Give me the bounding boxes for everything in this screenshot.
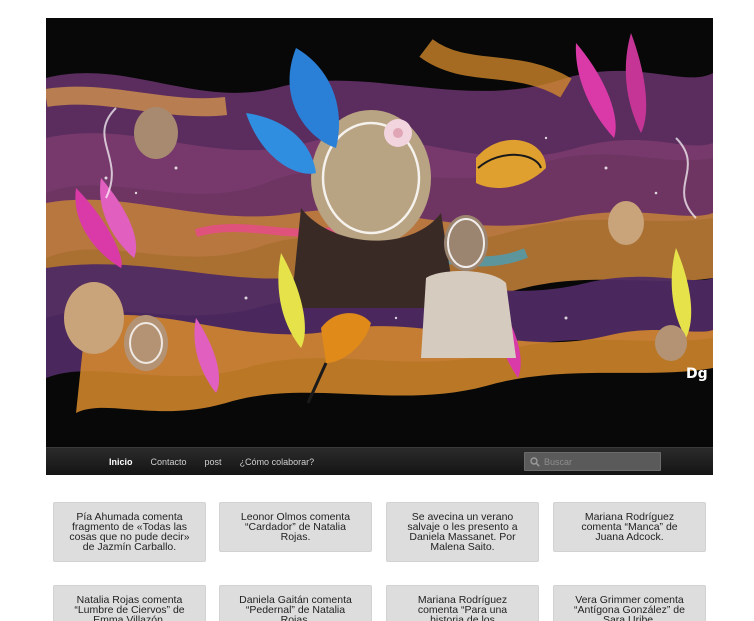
main-navigation: Inicio Contacto post ¿Cómo colaborar? [46,447,713,475]
nav-item-contacto[interactable]: Contacto [142,448,196,476]
nav-menu: Inicio Contacto post ¿Cómo colaborar? [100,448,323,476]
nav-item-como-colaborar[interactable]: ¿Cómo colaborar? [231,448,324,476]
comment-card-7[interactable]: Mariana Rodríguez comenta “Para una hist… [386,585,539,621]
comment-card-3[interactable]: Se avecina un verano salvaje o les prese… [386,502,539,562]
page: Dg Inicio Contacto post ¿Cómo colaborar?… [0,0,754,621]
comment-card-5[interactable]: Natalia Rojas comenta “Lumbre de Ciervos… [53,585,206,621]
search-box [524,452,661,471]
comment-card-6[interactable]: Daniela Gaitán comenta “Pedernal” de Nat… [219,585,372,621]
artist-signature: Dg [686,366,708,382]
search-icon [528,455,542,469]
header-collage-art: Dg [46,18,713,447]
comment-card-4[interactable]: Mariana Rodríguez comenta “Manca” de Jua… [553,502,706,552]
comment-card-8[interactable]: Vera Grimmer comenta “Antígona González”… [553,585,706,621]
comment-card-1[interactable]: Pía Ahumada comenta fragmento de «Todas … [53,502,206,562]
nav-item-post[interactable]: post [196,448,231,476]
search-input[interactable] [542,453,656,470]
header-image[interactable]: Dg [46,18,713,447]
nav-item-inicio[interactable]: Inicio [100,448,142,476]
comment-card-2[interactable]: Leonor Olmos comenta “Cardador” de Natal… [219,502,372,552]
